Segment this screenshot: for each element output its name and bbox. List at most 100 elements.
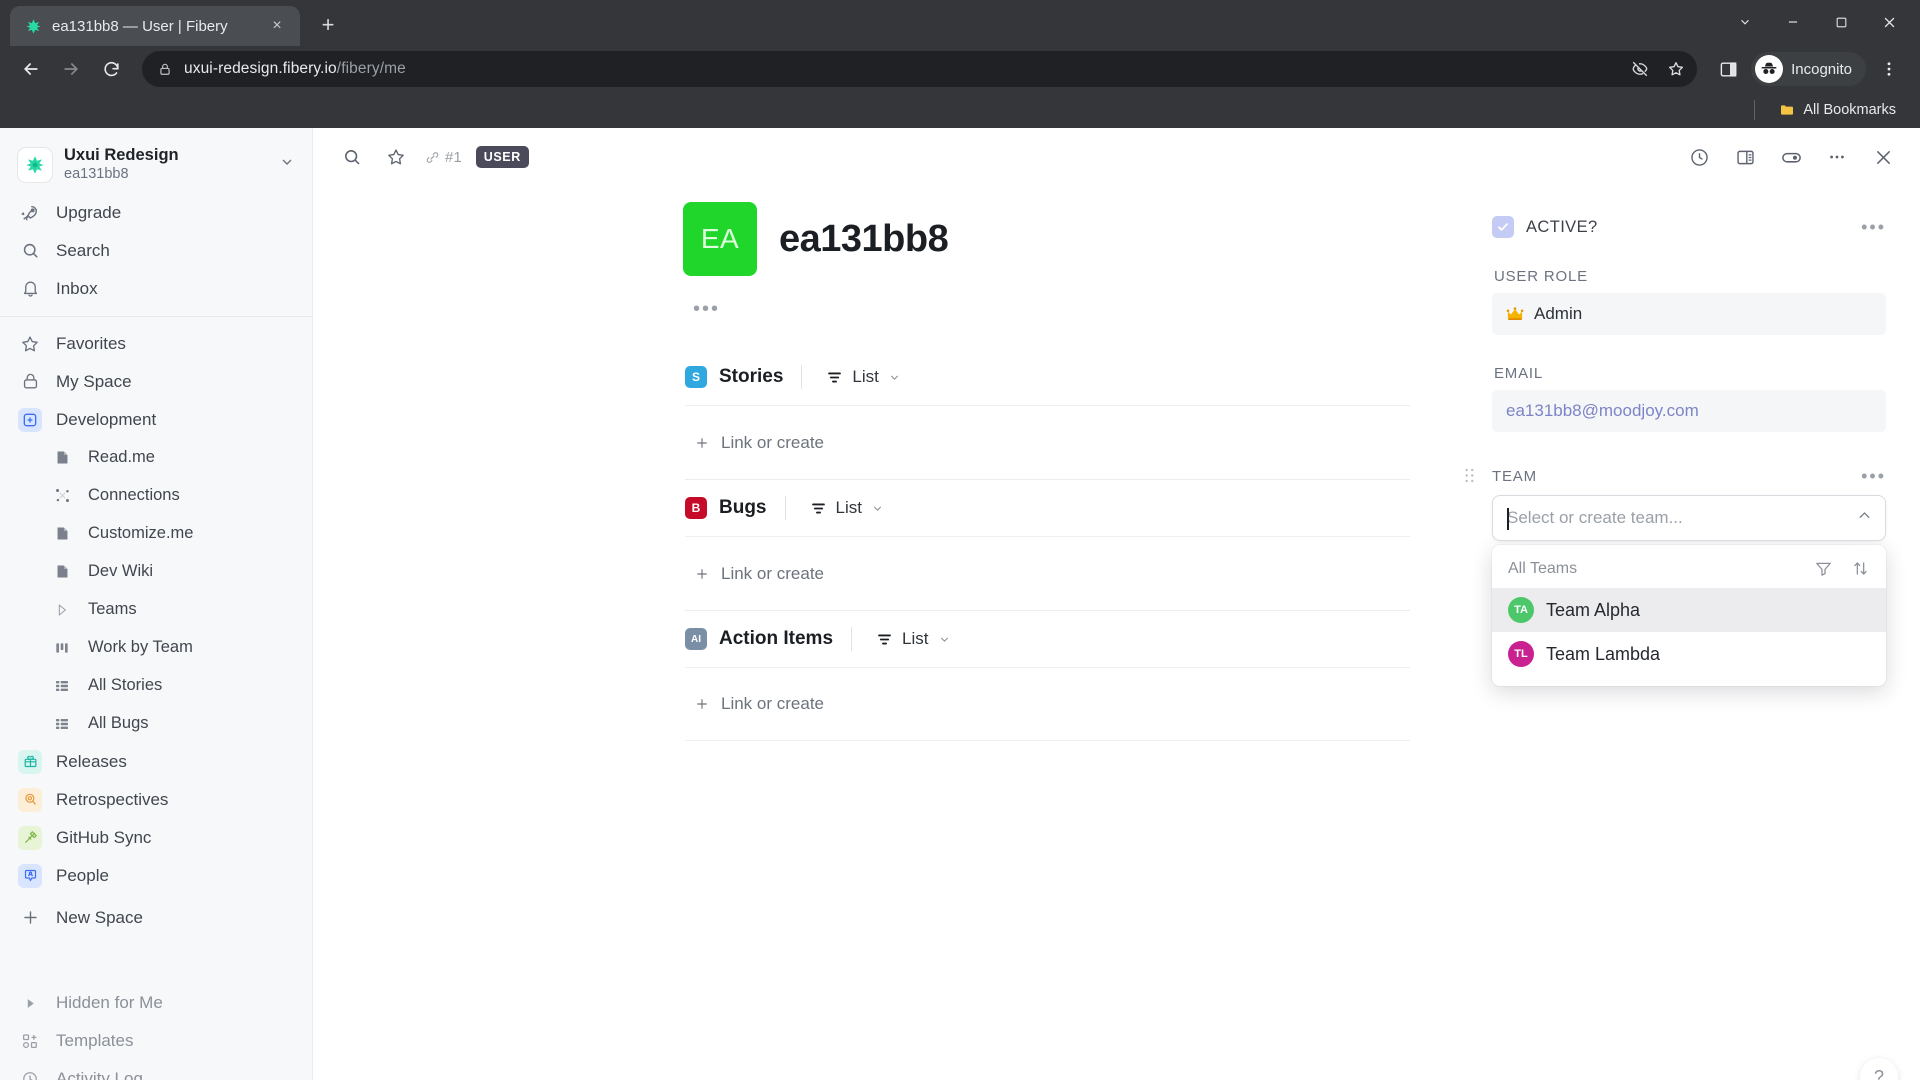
team-option-label: Team Lambda	[1546, 643, 1661, 664]
browser-tab[interactable]: ea131bb8 — User | Fibery ×	[10, 6, 300, 46]
link-or-create-button[interactable]: Link or create	[685, 557, 833, 591]
triangle-right-icon	[18, 991, 42, 1015]
sidebar-item-new-space[interactable]: New Space	[0, 899, 312, 937]
link-or-create-button[interactable]: Link or create	[685, 426, 833, 460]
user-role-value-text: Admin	[1534, 304, 1583, 323]
sidebar-item-inbox[interactable]: Inbox	[0, 270, 312, 308]
sidebar-item-development[interactable]: Development	[0, 401, 312, 439]
team-option-team-alpha[interactable]: TA Team Alpha	[1492, 588, 1886, 632]
link-or-create-label: Link or create	[721, 694, 824, 713]
toggle-view-icon[interactable]	[1776, 142, 1806, 172]
window-close-button[interactable]	[1866, 2, 1912, 42]
favorite-star-icon[interactable]	[381, 142, 411, 172]
sidebar-item-label: Upgrade	[56, 202, 122, 222]
sidebar-item-all-stories[interactable]: All Stories	[0, 667, 312, 705]
lock-icon	[158, 62, 172, 76]
sidebar-item-templates[interactable]: Templates	[0, 1022, 312, 1060]
search-icon[interactable]	[337, 142, 367, 172]
bugs-type-icon: B	[685, 497, 707, 519]
sidebar-item-github-sync[interactable]: GitHub Sync	[0, 819, 312, 857]
profile-incognito-button[interactable]: Incognito	[1751, 52, 1866, 86]
tab-title: ea131bb8 — User | Fibery	[52, 17, 228, 35]
all-bookmarks-button[interactable]: All Bookmarks	[1771, 99, 1904, 121]
retro-icon	[18, 787, 42, 812]
sidebar-item-label: People	[56, 865, 109, 885]
sidebar-item-customize-me[interactable]: Customize.me	[0, 515, 312, 553]
entity-type-badge[interactable]: USER	[475, 146, 529, 168]
sidebar-item-people[interactable]: People	[0, 857, 312, 895]
team-option-team-lambda[interactable]: TL Team Lambda	[1492, 632, 1886, 676]
sidebar-item-search[interactable]: Search	[0, 232, 312, 270]
sidebar-item-dev-wiki[interactable]: Dev Wiki	[0, 553, 312, 591]
relation-header: B Bugs List	[685, 480, 1410, 536]
tab-close-icon[interactable]: ×	[266, 15, 288, 37]
divider	[801, 365, 803, 389]
active-field-label: ACTIVE?	[1526, 217, 1598, 236]
sidebar-item-favorites[interactable]: Favorites	[0, 325, 312, 363]
email-field-value[interactable]: ea131bb8@moodjoy.com	[1492, 390, 1886, 432]
sidebar-item-readme[interactable]: Read.me	[0, 439, 312, 477]
link-icon	[425, 150, 440, 165]
sidebar-item-my-space[interactable]: My Space	[0, 363, 312, 401]
chrome-menu-icon[interactable]	[1872, 52, 1906, 86]
chevron-up-icon[interactable]	[1856, 507, 1873, 529]
back-button[interactable]	[14, 52, 48, 86]
sync-icon	[18, 825, 42, 850]
sidebar-item-upgrade[interactable]: Upgrade	[0, 194, 312, 232]
sidebar-item-work-by-team[interactable]: Work by Team	[0, 629, 312, 667]
active-checkbox[interactable]	[1492, 216, 1514, 238]
user-role-field-value[interactable]: Admin	[1492, 293, 1886, 335]
team-search-input[interactable]	[1507, 508, 1835, 528]
sidebar-item-label: GitHub Sync	[56, 827, 152, 847]
profile-label: Incognito	[1791, 60, 1852, 78]
entity-id-chip[interactable]: #1	[425, 149, 462, 166]
window-collapse-button[interactable]	[1722, 2, 1768, 42]
filter-icon[interactable]	[1814, 559, 1833, 578]
sort-icon[interactable]	[1851, 559, 1870, 578]
relation-view-selector[interactable]: List	[800, 492, 894, 524]
more-horizontal-icon[interactable]	[1822, 142, 1852, 172]
window-maximize-button[interactable]	[1818, 2, 1864, 42]
close-icon[interactable]	[1868, 142, 1898, 172]
team-field-menu-icon[interactable]: •••	[1861, 466, 1886, 487]
sidebar-item-label: All Bugs	[88, 714, 149, 733]
sidebar-item-label: Connections	[88, 486, 180, 505]
grid-icon	[50, 712, 74, 736]
history-icon[interactable]	[1684, 142, 1714, 172]
sidebar-item-connections[interactable]: Connections	[0, 477, 312, 515]
sidebar-item-label: Hidden for Me	[56, 993, 163, 1012]
workspace-switcher[interactable]: Uxui Redesign ea131bb8	[0, 138, 312, 194]
team-combobox[interactable]	[1492, 495, 1886, 541]
fibery-logo-icon	[24, 17, 42, 35]
sidebar-item-hidden-for-me[interactable]: Hidden for Me	[0, 984, 312, 1022]
chevron-down-icon	[871, 502, 884, 515]
team-dropdown-header: All Teams	[1492, 553, 1886, 588]
address-bar[interactable]: uxui-redesign.fibery.io/fibery/me	[142, 51, 1698, 87]
sidebar-item-label: Development	[56, 409, 157, 429]
new-tab-button[interactable]: +	[310, 7, 346, 43]
document-icon	[50, 522, 74, 546]
sidebar-item-retrospectives[interactable]: Retrospectives	[0, 781, 312, 819]
relation-view-selector[interactable]: List	[866, 623, 960, 655]
sidebar-item-all-bugs[interactable]: All Bugs	[0, 705, 312, 743]
active-field-menu-icon[interactable]: •••	[1861, 217, 1886, 238]
reload-button[interactable]	[94, 52, 128, 86]
grid-icon	[50, 674, 74, 698]
people-icon	[18, 863, 42, 888]
link-or-create-button[interactable]: Link or create	[685, 687, 833, 721]
sidebar-item-releases[interactable]: Releases	[0, 743, 312, 781]
window-minimize-button[interactable]	[1770, 2, 1816, 42]
drag-handle-icon[interactable]	[1464, 467, 1475, 485]
sidebar-item-label: Teams	[88, 600, 137, 619]
layout-panel-icon[interactable]	[1730, 142, 1760, 172]
bookmark-star-icon[interactable]	[1661, 54, 1691, 84]
sidebar-item-teams[interactable]: Teams	[0, 591, 312, 629]
eye-off-icon[interactable]	[1625, 54, 1655, 84]
tab-strip: ea131bb8 — User | Fibery × +	[0, 0, 1920, 46]
sidebar-item-activity-log[interactable]: Activity Log	[0, 1060, 312, 1080]
page-title[interactable]: ea131bb8	[779, 218, 949, 261]
side-panel-icon[interactable]	[1711, 52, 1745, 86]
forward-button[interactable]	[54, 52, 88, 86]
relation-view-selector[interactable]: List	[816, 361, 910, 393]
chevron-down-icon[interactable]	[276, 154, 298, 175]
